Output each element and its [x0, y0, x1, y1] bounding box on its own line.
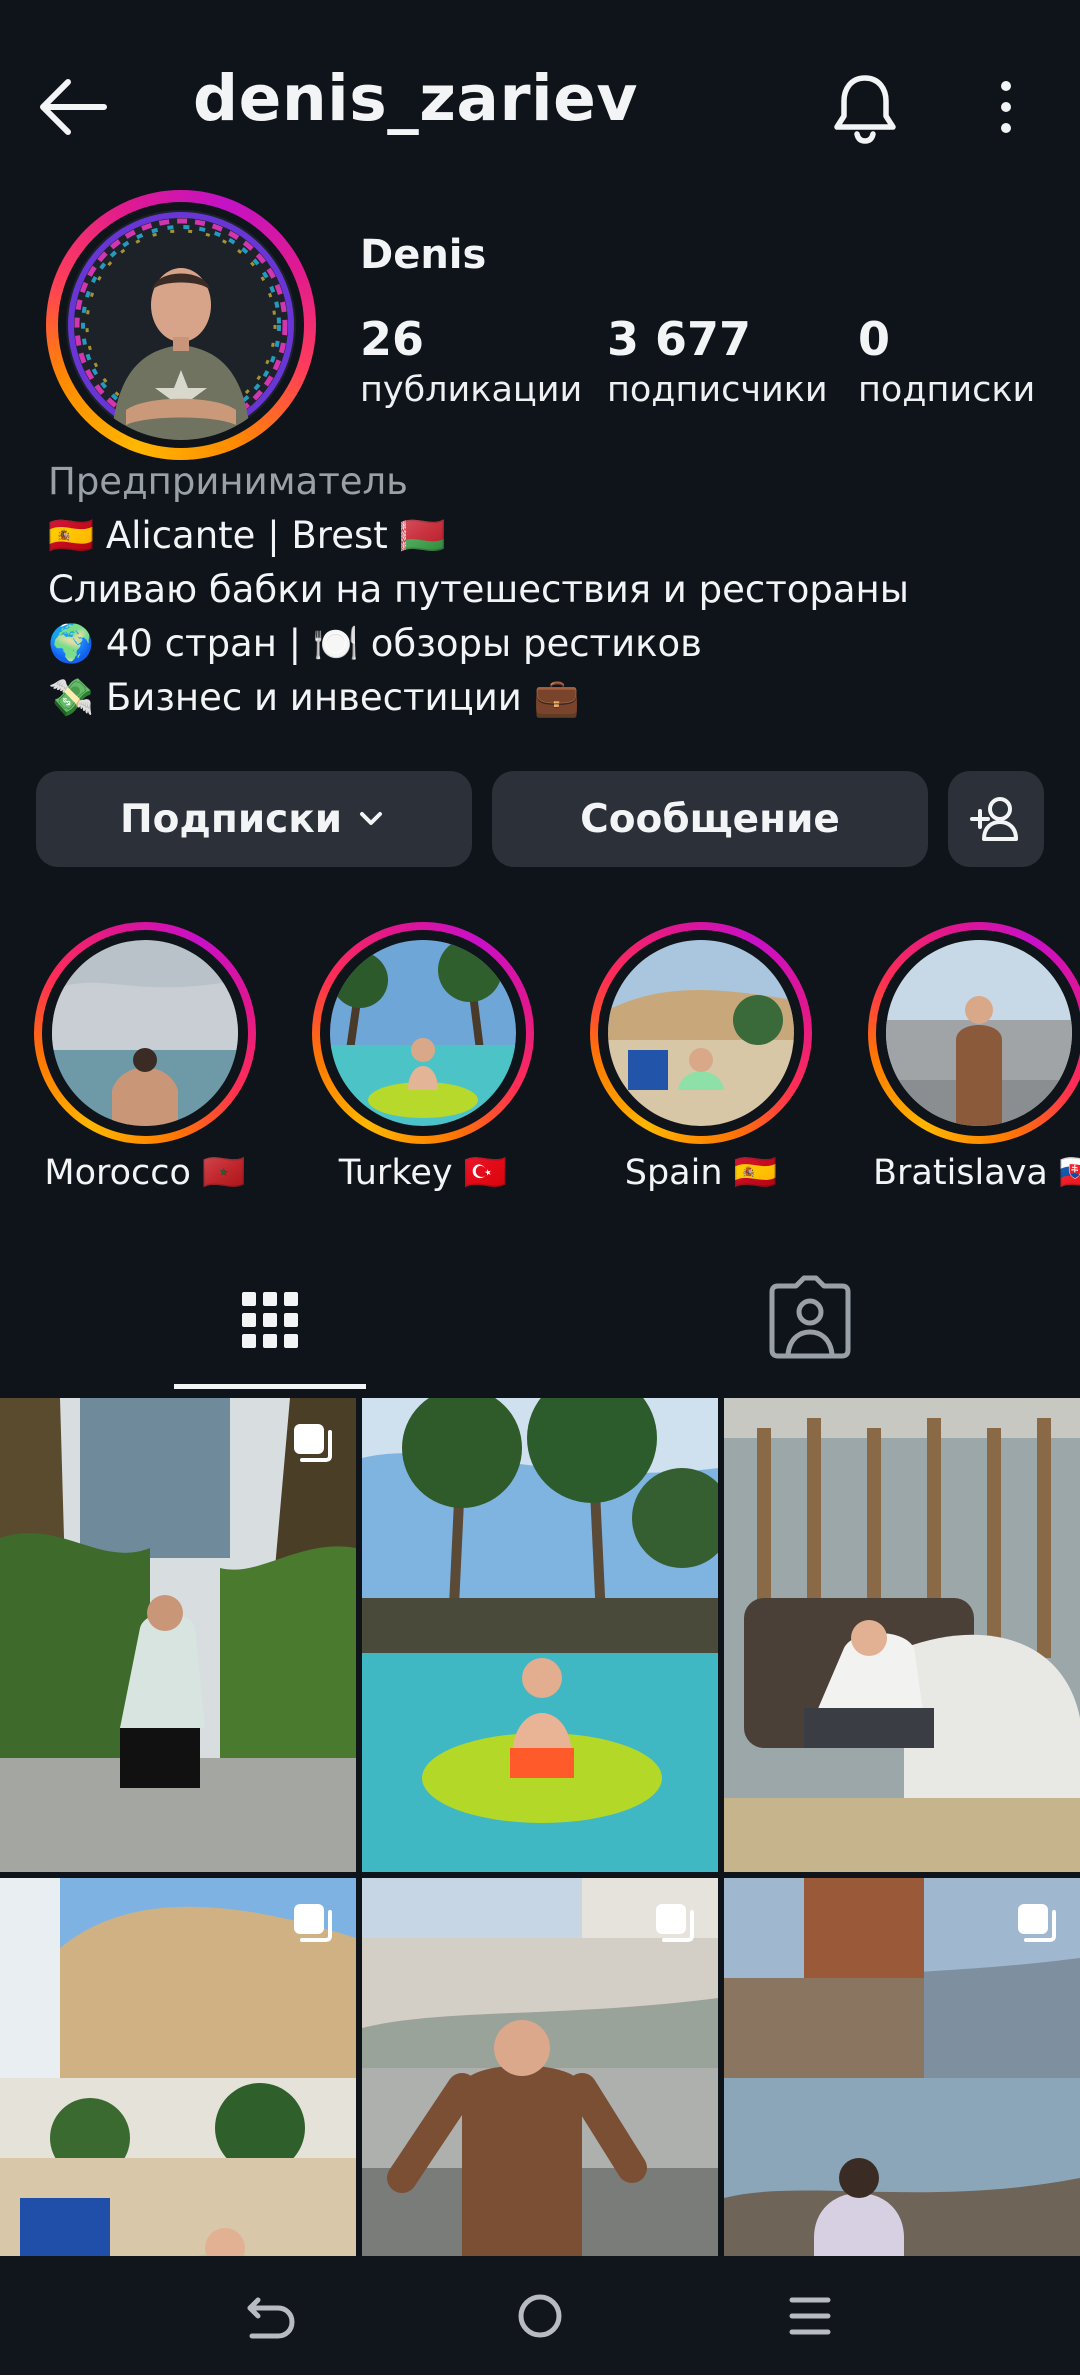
highlight-spain[interactable] — [590, 922, 812, 1144]
message-button-label: Сообщение — [580, 796, 840, 842]
highlight-turkey[interactable] — [312, 922, 534, 1144]
following-button-label: Подписки — [119, 796, 343, 842]
carousel-icon — [294, 1904, 332, 1942]
bio-line: 💸 Бизнес и инвестиции 💼 — [48, 676, 580, 719]
back-arrow-icon[interactable] — [34, 68, 112, 146]
following-count[interactable]: 0 — [858, 312, 890, 366]
following-label[interactable]: подписки — [858, 370, 1035, 410]
carousel-icon — [1018, 1904, 1056, 1942]
recent-apps-icon[interactable] — [770, 2276, 850, 2356]
posts-count[interactable]: 26 — [360, 312, 424, 366]
profile-username: denis_zariev — [193, 62, 638, 135]
tab-posts-grid[interactable] — [174, 1250, 366, 1390]
highlight-label: Bratislava 🇸🇰 — [873, 1153, 1080, 1193]
add-person-button[interactable] — [948, 771, 1044, 867]
bio-line: 🌍 40 стран | 🍽️ обзоры рестиков — [48, 622, 702, 665]
back-nav-icon[interactable] — [230, 2276, 310, 2356]
following-button[interactable]: Подписки — [36, 771, 472, 867]
message-button[interactable]: Сообщение — [492, 771, 928, 867]
avatar[interactable] — [66, 210, 296, 440]
bio-line: Сливаю бабки на путешествия и рестораны — [48, 568, 909, 611]
carousel-icon — [656, 1904, 694, 1942]
highlight-label: Morocco 🇲🇦 — [44, 1153, 246, 1193]
posts-label[interactable]: публикации — [360, 370, 582, 410]
active-tab-indicator — [174, 1384, 366, 1389]
followers-count[interactable]: 3 677 — [607, 312, 751, 366]
highlight-bratislava[interactable] — [868, 922, 1080, 1144]
highlight-label: Turkey 🇹🇷 — [338, 1153, 508, 1193]
post-thumbnail[interactable] — [362, 1398, 718, 1872]
home-circle-icon[interactable] — [500, 2276, 580, 2356]
highlight-label: Spain 🇪🇸 — [624, 1153, 778, 1193]
post-thumbnail[interactable] — [724, 1398, 1080, 1872]
more-vertical-icon[interactable] — [986, 68, 1026, 146]
post-thumbnail[interactable] — [0, 1398, 356, 1872]
grid-icon — [242, 1292, 298, 1348]
tab-tagged[interactable] — [734, 1250, 886, 1390]
highlight-morocco[interactable] — [34, 922, 256, 1144]
chevron-down-icon — [360, 812, 383, 825]
display-name: Denis — [360, 232, 487, 278]
carousel-icon — [294, 1424, 332, 1462]
add-person-icon — [970, 797, 1018, 841]
followers-label[interactable]: подписчики — [607, 370, 828, 410]
tagged-person-icon — [769, 1275, 851, 1359]
bell-icon[interactable] — [826, 68, 904, 146]
bio-line: 🇪🇸 Alicante | Brest 🇧🇾 — [48, 514, 446, 557]
profile-category: Предприниматель — [48, 460, 408, 503]
